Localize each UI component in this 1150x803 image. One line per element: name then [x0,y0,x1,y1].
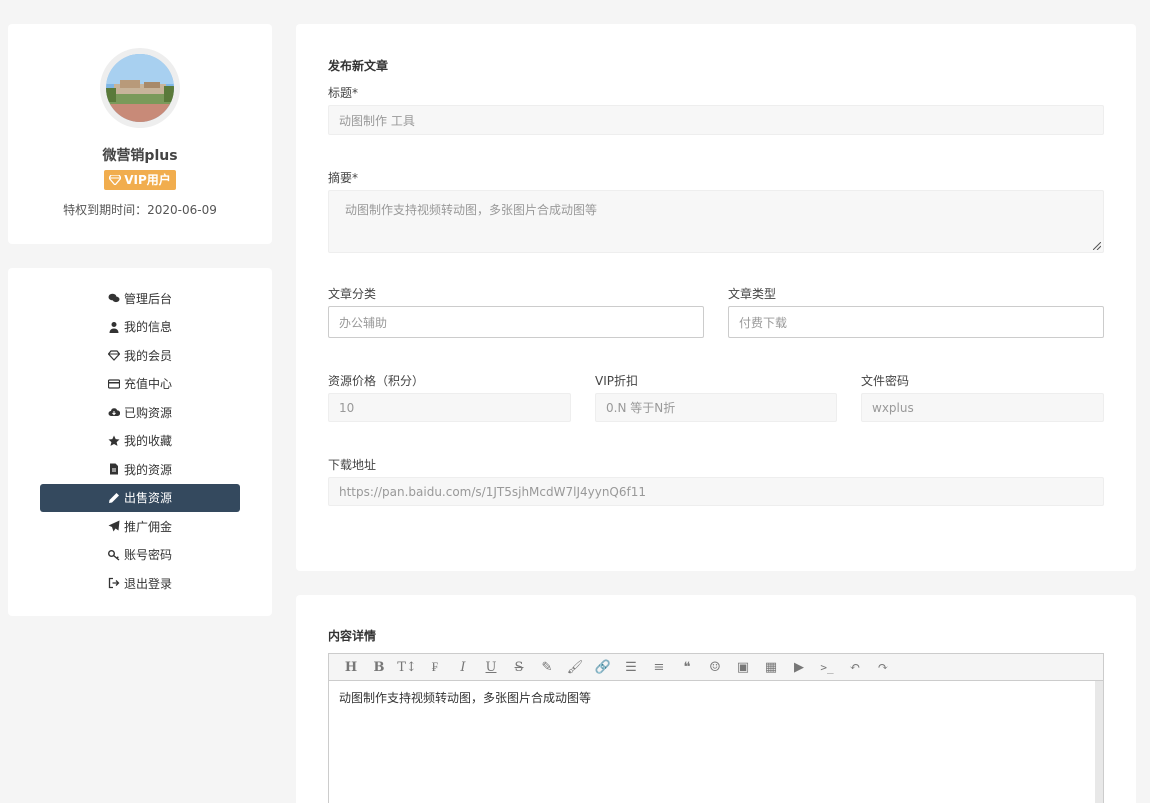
image-icon[interactable]: ▣ [729,654,757,680]
sidebar-item-5[interactable]: 我的收藏 [40,427,240,456]
editor-toolbar: H B T↕ ₣ I U S ✎ 🖌 🔗 ☰ ≡ ❝ ☺ ▣ ▦ ▶ >_ ↶ ↷ [328,653,1104,681]
sign-out-icon [108,577,120,589]
sidebar-item-10[interactable]: 退出登录 [40,569,240,598]
paper-plane-icon [108,520,120,532]
sidebar-item-6[interactable]: 我的资源 [40,455,240,484]
editor-content: 动图制作支持视频转动图，多张图片合成动图等 [339,691,592,705]
sidebar-nav: 管理后台我的信息我的会员充值中心已购资源我的收藏我的资源出售资源推广佣金账号密码… [8,268,272,616]
video-icon[interactable]: ▶ [785,654,813,680]
price-label: 资源价格（积分） [328,374,425,388]
wechat-icon [108,292,120,304]
type-label: 文章类型 [728,287,777,301]
price-input[interactable]: 10 [328,393,571,422]
table-icon[interactable]: ▦ [757,654,785,680]
sidebar-item-label: 我的资源 [123,462,172,477]
vip-label: VIP用户 [124,173,171,187]
undo-icon[interactable]: ↶ [841,654,869,680]
star-icon [108,435,120,447]
sidebar-item-3[interactable]: 充值中心 [40,370,240,399]
align-icon[interactable]: ≡ [645,654,673,680]
diamond-icon [109,175,122,185]
sidebar-item-label: 推广佣金 [123,519,172,534]
title-input[interactable]: 动图制作 工具 [328,105,1104,135]
category-select[interactable]: 办公辅助 [328,306,704,338]
vip-discount-input[interactable]: 0.N 等于N折 [595,393,837,422]
editor-content-area[interactable]: 动图制作支持视频转动图，多张图片合成动图等 [328,681,1104,803]
download-url-input[interactable]: https://pan.baidu.com/s/1JT5sjhMcdW7lJ4y… [328,477,1104,506]
sidebar-item-1[interactable]: 我的信息 [40,313,240,342]
redo-icon[interactable]: ↷ [869,654,897,680]
key-icon [107,549,120,561]
sidebar-item-4[interactable]: 已购资源 [40,398,240,427]
profile-card: 微营销plus VIP用户 特权到期时间：2020-06-09 [8,24,272,244]
type-select[interactable]: 付费下载 [728,306,1104,338]
sidebar-item-label: 我的会员 [123,348,172,363]
user-icon [108,321,120,333]
editor-section-title: 内容详情 [328,629,377,643]
sidebar-item-0[interactable]: 管理后台 [40,284,240,313]
emoji-icon[interactable]: ☺ [701,654,729,680]
summary-label: 摘要* [328,171,359,185]
password-label: 文件密码 [861,374,910,388]
sidebar-item-7[interactable]: 出售资源 [40,483,240,512]
brush-icon[interactable]: 🖌 [561,654,589,680]
sidebar-item-label: 充值中心 [123,377,172,392]
pencil-icon [108,492,120,504]
vip-badge: VIP用户 [104,170,176,190]
quote-icon[interactable]: ❝ [673,654,701,680]
credit-card-icon [107,378,120,390]
sidebar-item-label: 出售资源 [123,491,172,506]
font-family-icon[interactable]: ₣ [421,654,449,680]
article-form: 发布新文章 标题* 动图制作 工具 摘要* 动图制作支持视频转动图，多张图片合成… [296,24,1136,571]
cloud-download-icon [108,406,120,418]
heading-icon[interactable]: H [337,654,365,680]
title-label: 标题* [328,86,359,100]
sidebar-item-label: 管理后台 [123,291,172,306]
sidebar-item-label: 我的信息 [123,320,172,335]
diamond-icon [107,349,120,362]
resize-handle-icon[interactable] [1093,242,1101,250]
download-label: 下载地址 [328,458,377,472]
code-icon[interactable]: >_ [813,654,841,680]
file-password-input[interactable]: wxplus [861,393,1104,422]
expire-date: 特权到期时间：2020-06-09 [63,203,217,217]
highlight-icon[interactable]: ✎ [533,654,561,680]
sidebar-item-9[interactable]: 账号密码 [40,541,240,570]
underline-icon[interactable]: U [477,654,505,680]
username: 微营销plus [102,148,178,164]
content-editor-card: 内容详情 H B T↕ ₣ I U S ✎ 🖌 🔗 ☰ ≡ ❝ ☺ ▣ ▦ ▶ >_ ↶ ↷ 动图制作支持视频转动图，… [296,595,1136,803]
sidebar-item-8[interactable]: 推广佣金 [40,512,240,541]
bold-icon[interactable]: B [365,654,393,680]
avatar[interactable] [100,48,180,128]
sidebar-item-2[interactable]: 我的会员 [40,341,240,370]
sidebar-item-label: 我的收藏 [123,434,172,449]
sidebar-item-label: 账号密码 [123,548,172,563]
editor-scrollbar[interactable] [1095,681,1103,803]
list-icon[interactable]: ☰ [617,654,645,680]
sidebar-item-label: 退出登录 [123,576,172,591]
link-icon[interactable]: 🔗 [589,654,617,680]
strikethrough-icon[interactable]: S [505,654,533,680]
italic-icon[interactable]: I [449,654,477,680]
sidebar-item-label: 已购资源 [123,405,172,420]
form-section-title: 发布新文章 [328,59,389,73]
category-label: 文章分类 [328,287,377,301]
summary-textarea[interactable]: 动图制作支持视频转动图，多张图片合成动图等 [328,190,1104,253]
vip-discount-label: VIP折扣 [595,374,638,388]
font-size-icon[interactable]: T↕ [393,654,421,680]
file-icon [108,463,120,475]
